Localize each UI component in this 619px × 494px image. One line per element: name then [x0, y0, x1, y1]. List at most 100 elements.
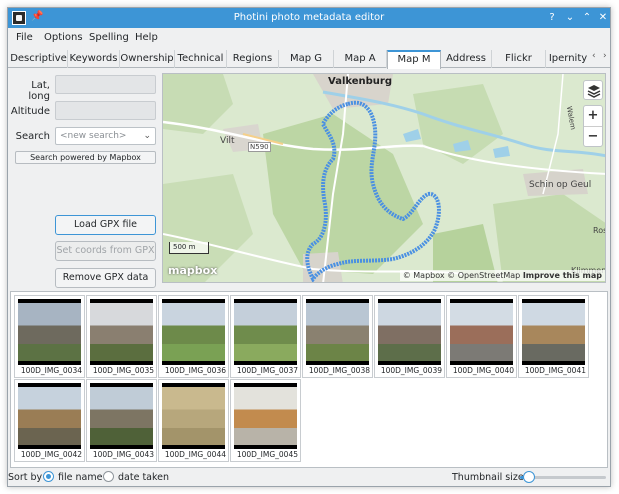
zoom-out-button[interactable]: − [584, 127, 602, 147]
thumbnail-item[interactable]: 100D_IMG_0045 [230, 379, 301, 462]
attribution-mapbox[interactable]: © Mapbox [403, 271, 445, 280]
window-title: Photini photo metadata editor [233, 12, 385, 23]
menu-options[interactable]: Options [44, 32, 83, 43]
map-label-n590: N590 [248, 142, 271, 152]
thumbnail-filename: 100D_IMG_0034 [20, 366, 82, 375]
thumbnail-size-label: Thumbnail size [452, 472, 524, 483]
thumbnail-image [90, 299, 153, 365]
thumbnail-item[interactable]: 100D_IMG_0036 [158, 295, 229, 378]
thumbnail-filename: 100D_IMG_0035 [92, 366, 154, 375]
tab-descriptive[interactable]: Descriptive [10, 50, 68, 68]
thumbnail-filename: 100D_IMG_0041 [524, 366, 586, 375]
tab-scroll-right-icon[interactable]: › [603, 51, 607, 61]
thumbnail-item[interactable]: 100D_IMG_0041 [518, 295, 589, 378]
thumbnail-filename: 100D_IMG_0045 [236, 450, 298, 459]
sort-file-name-radio[interactable] [43, 471, 54, 482]
thumbnail-image [450, 299, 513, 365]
thumbnail-item[interactable]: 100D_IMG_0035 [86, 295, 157, 378]
thumbnail-item[interactable]: 100D_IMG_0040 [446, 295, 517, 378]
zoom-in-button[interactable]: + [584, 106, 602, 126]
thumbnail-image [234, 383, 297, 449]
thumbnail-image [162, 383, 225, 449]
sort-date-taken-label[interactable]: date taken [118, 472, 169, 483]
search-label: Search [15, 131, 50, 142]
thumbnail-filename: 100D_IMG_0039 [380, 366, 442, 375]
menu-spelling[interactable]: Spelling [89, 32, 129, 43]
map-label-valkenburg: Valkenburg [328, 76, 393, 87]
tab-map-a[interactable]: Map A [334, 50, 387, 68]
lat-long-label: Lat, long [28, 80, 50, 102]
thumbnail-filename: 100D_IMG_0038 [308, 366, 370, 375]
sort-date-taken-radio[interactable] [103, 471, 114, 482]
thumbnail-image [522, 299, 585, 365]
title-bar: 📌 Photini photo metadata editor ? ⌄ ⌃ ✕ [8, 8, 610, 28]
thumbnail-item[interactable]: 100D_IMG_0037 [230, 295, 301, 378]
slider-handle[interactable] [522, 471, 535, 483]
layers-icon[interactable] [583, 80, 603, 100]
menu-bar: File Options Spelling Help [8, 29, 610, 47]
sort-by-label: Sort by [8, 472, 43, 483]
tab-address[interactable]: Address [441, 50, 492, 68]
lat-long-field[interactable] [55, 75, 156, 94]
improve-map-link[interactable]: Improve this map [523, 271, 602, 280]
map-label-rosi: Rosi [593, 226, 605, 235]
tab-flickr[interactable]: Flickr [492, 50, 546, 68]
thumbnail-image [90, 383, 153, 449]
map-label-schin-op-geul: Schin op Geul [529, 180, 592, 190]
tab-technical[interactable]: Technical [175, 50, 227, 68]
menu-help[interactable]: Help [135, 32, 158, 43]
chevron-down-icon: ⌄ [143, 131, 151, 141]
thumbnail-item[interactable]: 100D_IMG_0044 [158, 379, 229, 462]
altitude-field[interactable] [55, 101, 156, 120]
attribution-osm[interactable]: © OpenStreetMap [447, 271, 520, 280]
thumbnail-filename: 100D_IMG_0036 [164, 366, 226, 375]
search-powered-by-mapbox[interactable]: Search powered by Mapbox [15, 151, 156, 164]
search-combo[interactable]: <new search> ⌄ [55, 127, 156, 145]
thumbnail-image [18, 383, 81, 449]
thumbnail-size-slider[interactable] [520, 471, 606, 483]
status-bar: Sort by file name date taken Thumbnail s… [8, 470, 610, 486]
tab-map-g[interactable]: Map G [279, 50, 334, 68]
tab-map-m[interactable]: Map M [387, 50, 441, 69]
map-label-vilt: Vilt [220, 136, 235, 146]
main-window: 📌 Photini photo metadata editor ? ⌄ ⌃ ✕ … [7, 7, 611, 487]
tab-bar: Descriptive Keywords Ownership Technical… [8, 48, 610, 69]
location-panel: Lat, long Altitude Search <new search> ⌄… [8, 69, 160, 288]
thumbnail-item[interactable]: 100D_IMG_0038 [302, 295, 373, 378]
altitude-label: Altitude [10, 106, 50, 117]
thumbnail-filename: 100D_IMG_0043 [92, 450, 154, 459]
sort-file-name-label[interactable]: file name [58, 472, 102, 483]
thumbnail-filename: 100D_IMG_0044 [164, 450, 226, 459]
menu-file[interactable]: File [16, 32, 33, 43]
tab-scroll-left-icon[interactable]: ‹ [592, 51, 596, 61]
zoom-control: + − [583, 105, 603, 147]
mapbox-logo[interactable]: mapbox [168, 264, 217, 277]
load-gpx-button[interactable]: Load GPX file [55, 215, 156, 235]
thumbnail-image [306, 299, 369, 365]
map-view[interactable]: Valkenburg Vilt N590 Walem Schin op Geul… [162, 73, 606, 283]
search-placeholder: <new search> [60, 131, 127, 141]
maximize-icon[interactable]: ⌃ [580, 11, 594, 25]
thumbnail-image [234, 299, 297, 365]
thumbnail-filename: 100D_IMG_0037 [236, 366, 298, 375]
minimize-icon[interactable]: ⌄ [563, 11, 577, 25]
tab-ipernity[interactable]: Ipernity [546, 50, 590, 68]
close-icon[interactable]: ✕ [596, 11, 610, 25]
thumbnail-filename: 100D_IMG_0040 [452, 366, 514, 375]
set-coords-from-gpx-button[interactable]: Set coords from GPX [55, 241, 156, 261]
thumbnail-item[interactable]: 100D_IMG_0043 [86, 379, 157, 462]
thumbnail-item[interactable]: 100D_IMG_0034 [14, 295, 85, 378]
thumbnail-item[interactable]: 100D_IMG_0042 [14, 379, 85, 462]
map-attribution: © Mapbox © OpenStreetMap Improve this ma… [399, 270, 605, 281]
tab-regions[interactable]: Regions [227, 50, 279, 68]
help-icon[interactable]: ? [545, 11, 559, 25]
map-scale: 500 m [169, 242, 209, 254]
map-canvas [163, 74, 605, 282]
thumbnail-grid: 100D_IMG_0034 100D_IMG_0035 100D_IMG_0036 1… [10, 291, 608, 468]
tab-keywords[interactable]: Keywords [68, 50, 120, 68]
thumbnail-image [18, 299, 81, 365]
thumbnail-item[interactable]: 100D_IMG_0039 [374, 295, 445, 378]
tab-ownership[interactable]: Ownership [120, 50, 175, 68]
remove-gpx-button[interactable]: Remove GPX data [55, 268, 156, 288]
thumbnail-filename: 100D_IMG_0042 [20, 450, 82, 459]
